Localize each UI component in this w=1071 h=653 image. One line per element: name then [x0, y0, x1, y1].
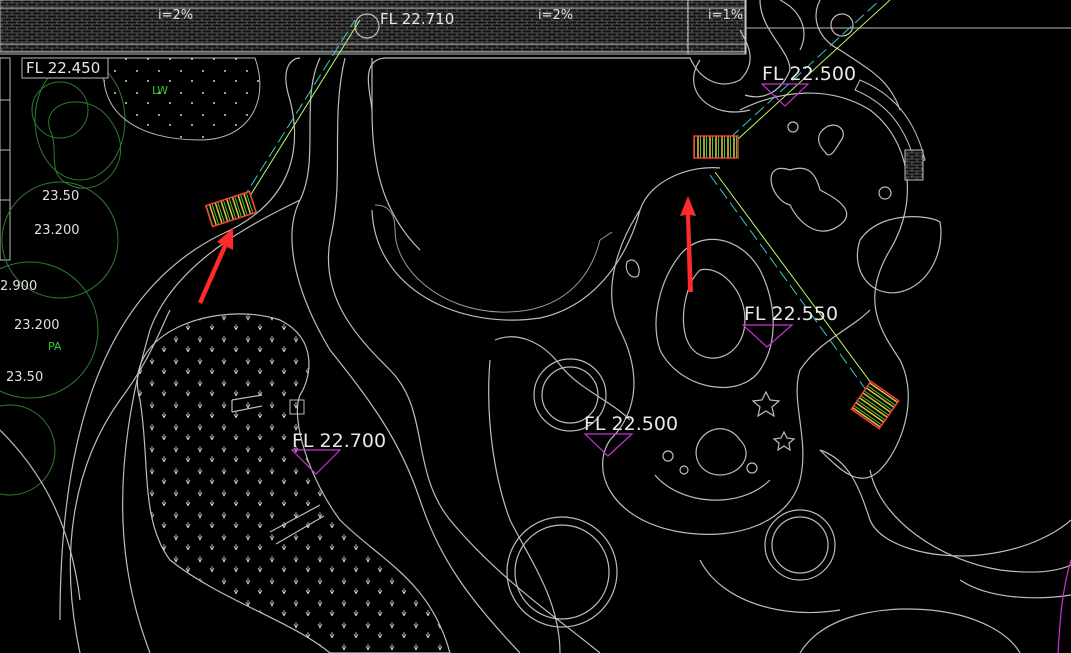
drain-grates	[204, 135, 900, 430]
slope-label-right: i=2%	[538, 8, 573, 23]
planting-bed-center	[137, 313, 451, 653]
round-planters	[506, 358, 836, 628]
drain-grate-right	[850, 380, 900, 430]
level-fl-22-500-top: FL 22.500	[762, 63, 856, 85]
spot-height: 2.900	[0, 279, 37, 294]
annotation-arrows	[198, 196, 696, 304]
level-fl-22-450: FL 22.450	[26, 59, 100, 77]
level-top-strip: FL 22.710	[380, 10, 454, 28]
drain-grate-top	[693, 135, 739, 159]
slope-label-far: i=1%	[708, 8, 743, 23]
level-fl-22-550: FL 22.550	[744, 303, 838, 325]
tree-canopies	[0, 59, 126, 496]
spot-height: 23.50	[42, 189, 79, 204]
spot-height: 23.200	[34, 223, 80, 238]
drain-grate-left	[204, 190, 258, 228]
cad-drawing: i=2% i=2% i=1% FL 22.710 FL 22.450 FL 22…	[0, 0, 1071, 653]
spot-height: 23.200	[14, 318, 60, 333]
spot-height: 23.50	[6, 370, 43, 385]
decorative-elements	[625, 79, 926, 501]
arrow-left	[198, 228, 233, 304]
zone-label-pa: PA	[48, 340, 62, 353]
slope-label-left: i=2%	[158, 8, 193, 23]
zone-label-lw: LW	[152, 84, 168, 97]
level-fl-22-700: FL 22.700	[292, 430, 386, 452]
lawn-top-left	[103, 57, 261, 141]
building-edge-left	[0, 57, 11, 261]
level-fl-22-500-mid: FL 22.500	[584, 413, 678, 435]
boundary-curve-right	[1057, 559, 1071, 653]
drain-lines	[241, 0, 891, 399]
